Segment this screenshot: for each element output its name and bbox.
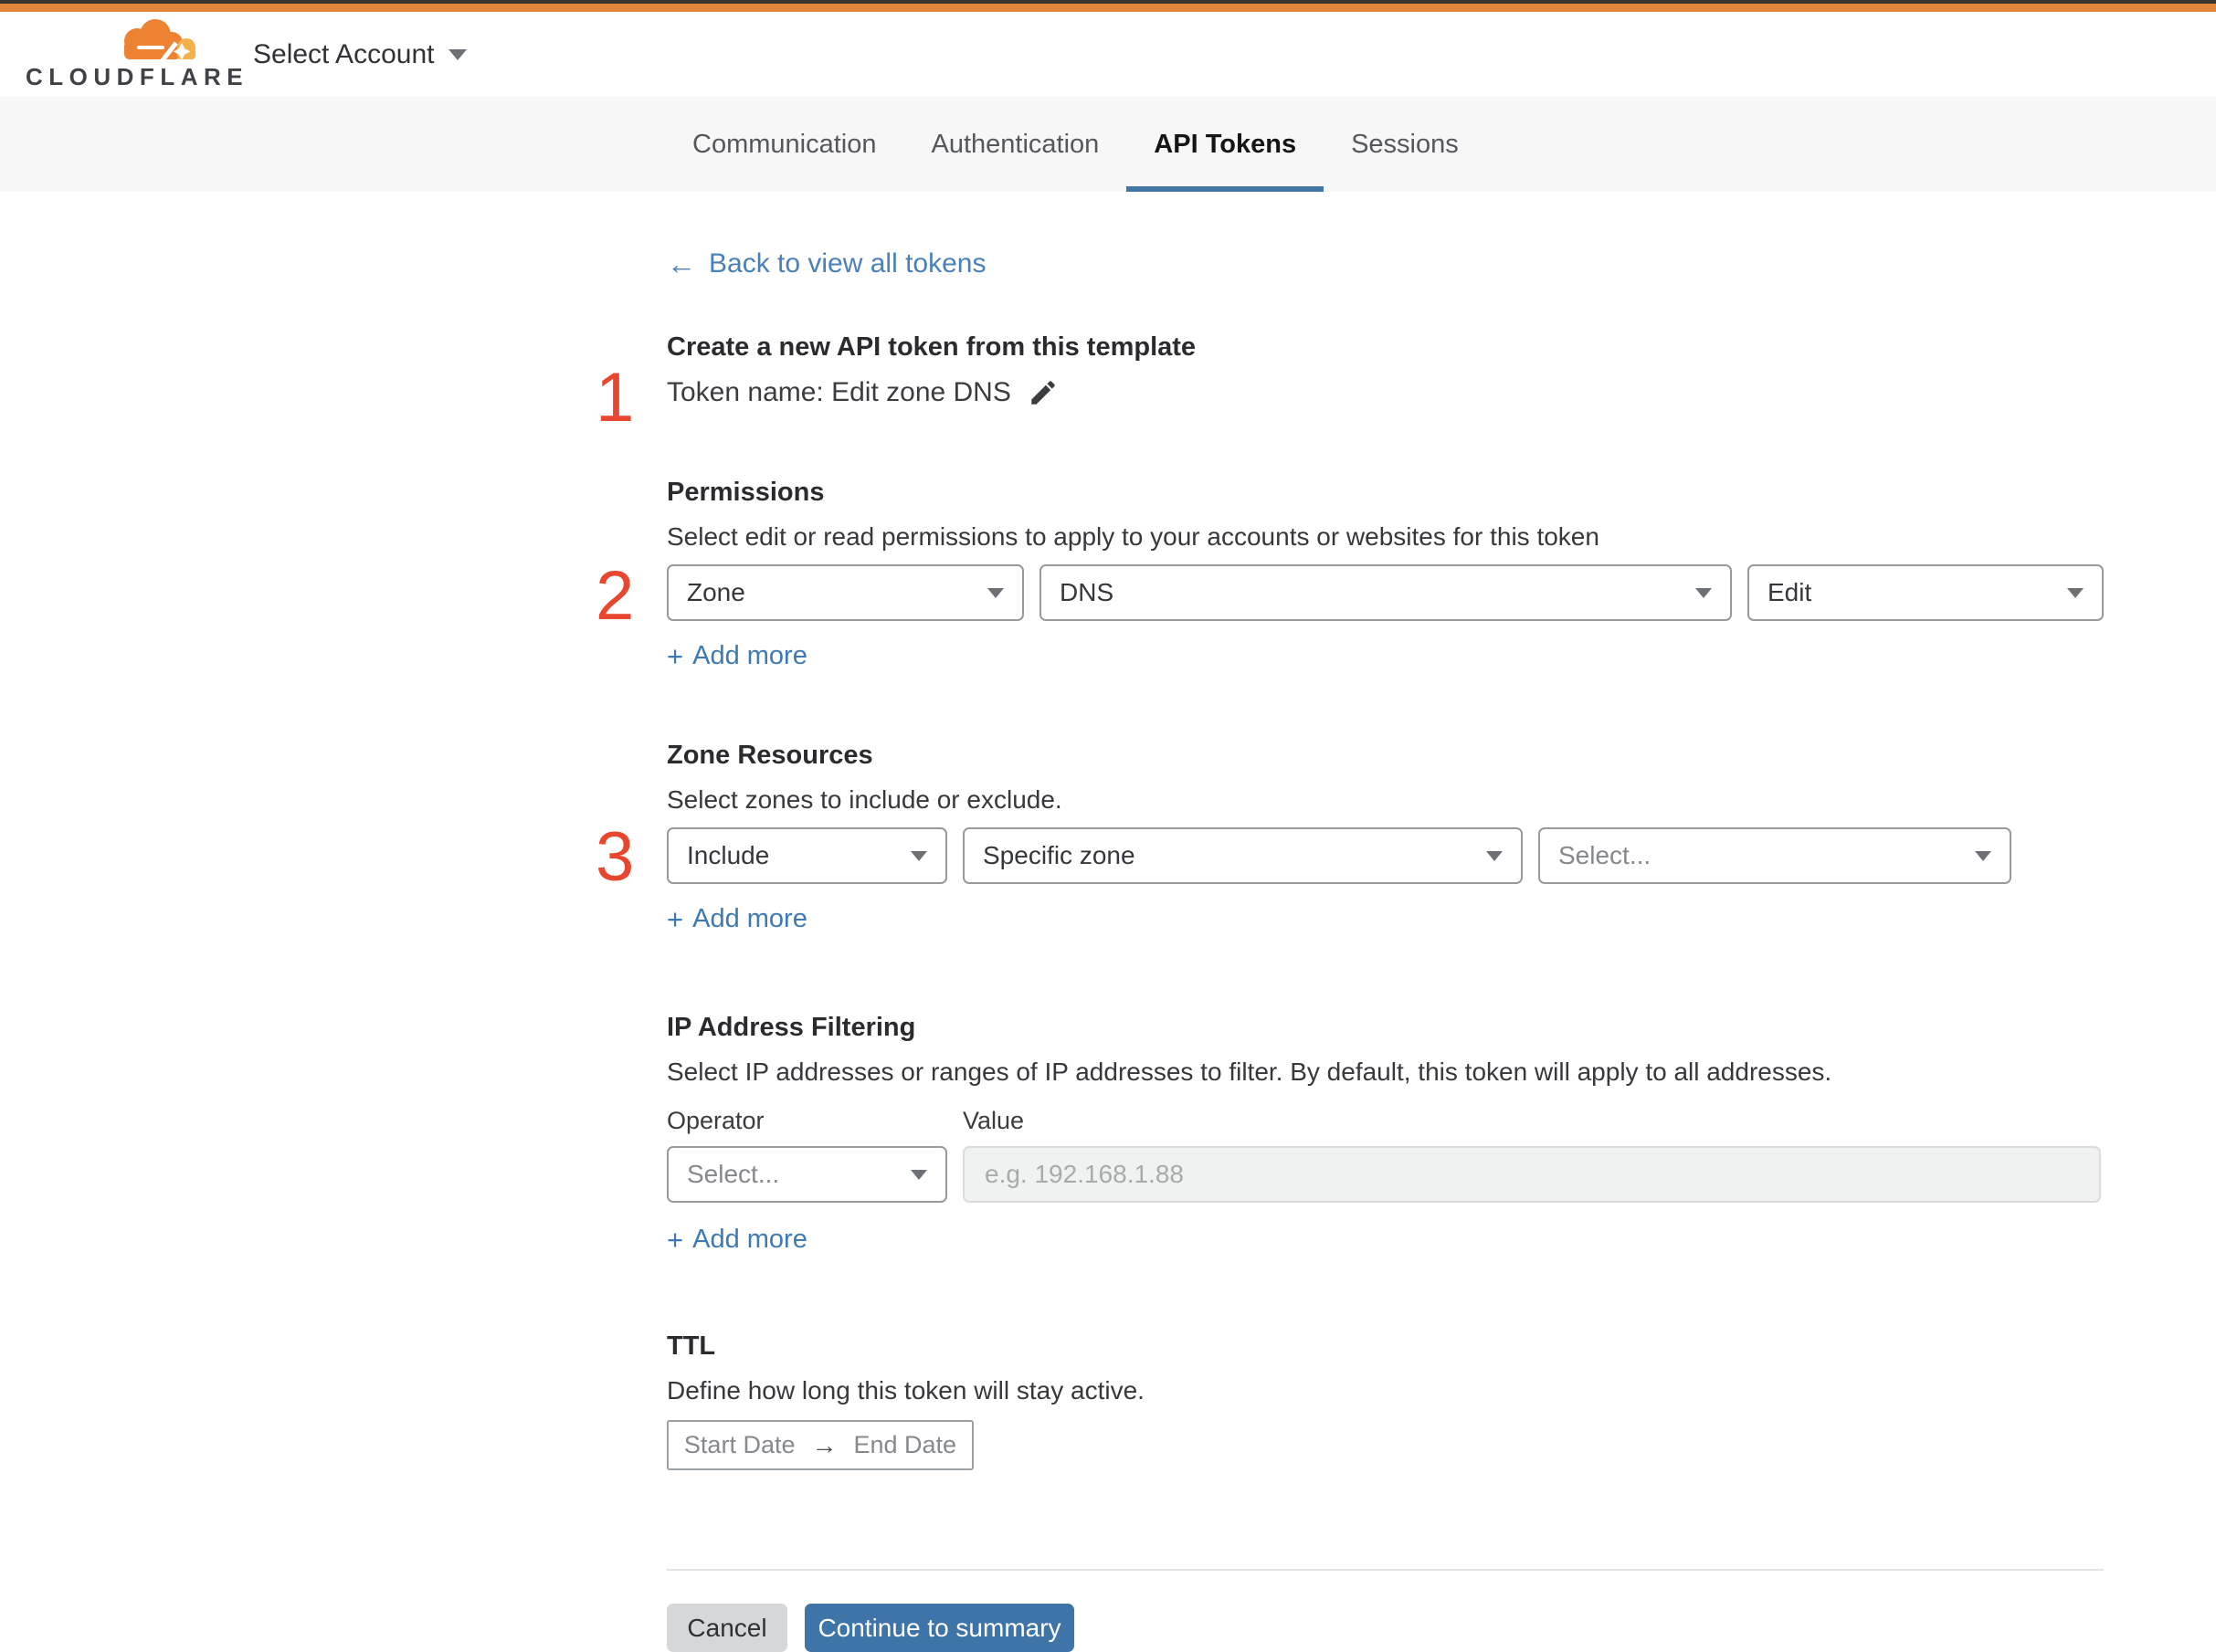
ttl-section: TTL Define how long this token will stay… [667, 1331, 2104, 1470]
continue-to-summary-button[interactable]: Continue to summary [805, 1604, 1074, 1652]
arrow-right-icon: → [811, 1430, 838, 1459]
zone-resources-heading: Zone Resources [667, 741, 873, 770]
permissions-description: Select edit or read permissions to apply… [667, 522, 1599, 551]
permissions-add-more-link[interactable]: + Add more [667, 641, 807, 671]
ip-value-input [963, 1146, 2101, 1203]
tab-communication[interactable]: Communication [665, 97, 903, 192]
zone-resources-section: 3 Zone Resources Select zones to include… [596, 741, 2104, 934]
add-more-label: Add more [692, 1225, 807, 1254]
permission-resource-select[interactable]: DNS [1039, 564, 1732, 621]
token-name-text: Token name: Edit zone DNS [667, 377, 1011, 407]
ip-filtering-section: IP Address Filtering Select IP addresses… [667, 1013, 2104, 1255]
create-token-heading: Create a new API token from this templat… [667, 332, 1197, 362]
zone-mode-select[interactable]: Include [667, 827, 947, 884]
step-number-3: 3 [596, 818, 635, 896]
permission-scope-value: Zone [687, 578, 745, 606]
caret-down-icon [1975, 850, 1991, 861]
caret-down-icon [987, 587, 1004, 598]
zone-resources-description: Select zones to include or exclude. [667, 785, 1062, 814]
plus-icon: + [667, 640, 684, 672]
footer-divider [667, 1569, 2104, 1571]
account-selector-label: Select Account [253, 38, 435, 69]
ip-operator-placeholder: Select... [687, 1160, 780, 1188]
edit-pencil-icon[interactable] [1028, 377, 1059, 408]
chevron-down-icon [448, 48, 468, 60]
ttl-heading: TTL [667, 1331, 716, 1361]
step-number-2: 2 [596, 557, 635, 635]
permission-resource-value: DNS [1060, 578, 1114, 606]
ttl-description: Define how long this token will stay act… [667, 1376, 1145, 1405]
plus-icon: + [667, 903, 684, 935]
zone-resources-add-more-link[interactable]: + Add more [667, 904, 807, 934]
ip-filtering-description: Select IP addresses or ranges of IP addr… [667, 1057, 1832, 1086]
tab-api-tokens[interactable]: API Tokens [1126, 97, 1324, 192]
ip-filtering-add-more-link[interactable]: + Add more [667, 1225, 807, 1255]
permission-access-value: Edit [1768, 578, 1812, 606]
value-label: Value [963, 1107, 1025, 1134]
caret-down-icon [911, 1169, 927, 1180]
tab-authentication[interactable]: Authentication [903, 97, 1126, 192]
back-to-tokens-link[interactable]: ← Back to view all tokens [667, 248, 986, 279]
cloudflare-logo: CLOUDFLARE [26, 19, 249, 91]
zone-picker-select[interactable]: Select... [1538, 827, 2011, 884]
operator-label: Operator [667, 1107, 765, 1134]
permissions-section: 2 Permissions Select edit or read permis… [596, 478, 2104, 671]
app-header: CLOUDFLARE Select Account [0, 12, 2216, 97]
zone-mode-value: Include [687, 841, 770, 869]
cloudflare-logo-text: CLOUDFLARE [26, 63, 249, 90]
ip-filtering-heading: IP Address Filtering [667, 1013, 916, 1042]
account-selector[interactable]: Select Account [253, 12, 468, 97]
caret-down-icon [911, 850, 927, 861]
footer-actions: Cancel Continue to summary [667, 1604, 2104, 1652]
cloudflare-cloud-icon [124, 19, 195, 61]
end-date-label: End Date [853, 1431, 957, 1458]
plus-icon: + [667, 1224, 684, 1256]
step-number-1: 1 [596, 359, 635, 437]
cancel-button[interactable]: Cancel [667, 1604, 787, 1652]
add-more-label: Add more [692, 641, 807, 670]
zone-type-value: Specific zone [983, 841, 1135, 869]
caret-down-icon [2067, 587, 2084, 598]
profile-tab-bar: Communication Authentication API Tokens … [0, 97, 2216, 192]
start-date-label: Start Date [683, 1431, 796, 1458]
ip-operator-select[interactable]: Select... [667, 1146, 947, 1203]
permission-scope-select[interactable]: Zone [667, 564, 1024, 621]
back-link-label: Back to view all tokens [709, 248, 987, 279]
brand-top-bar [0, 4, 2216, 12]
ttl-date-range-picker[interactable]: Start Date → End Date [667, 1420, 974, 1470]
tab-sessions[interactable]: Sessions [1324, 97, 1486, 192]
caret-down-icon [1486, 850, 1503, 861]
zone-type-select[interactable]: Specific zone [963, 827, 1523, 884]
add-more-label: Add more [692, 904, 807, 933]
main-content: ← Back to view all tokens 1 Create a new… [596, 192, 2104, 1652]
back-arrow-icon: ← [667, 247, 696, 280]
zone-picker-placeholder: Select... [1558, 841, 1651, 869]
permissions-heading: Permissions [667, 478, 825, 507]
caret-down-icon [1695, 587, 1712, 598]
permission-access-select[interactable]: Edit [1747, 564, 2104, 621]
token-name-section: 1 Create a new API token from this templ… [596, 332, 2104, 433]
